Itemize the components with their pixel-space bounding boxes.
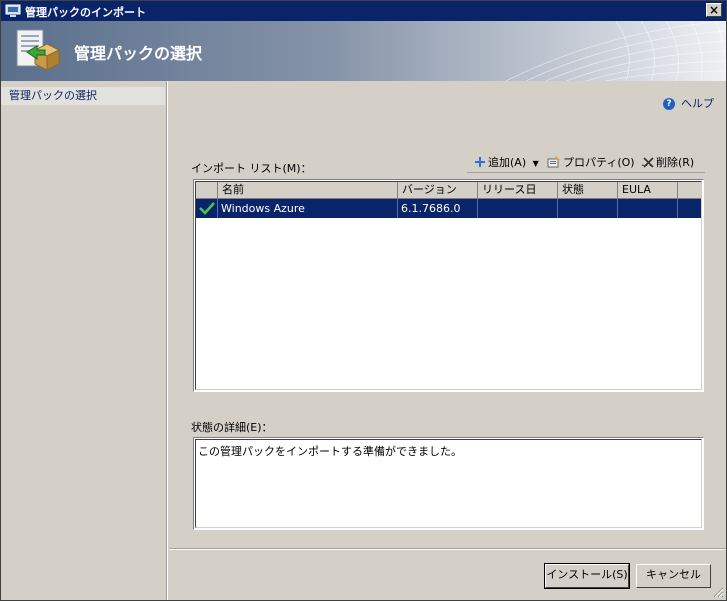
help-link[interactable]: ? ヘルプ [663,95,714,111]
add-label: 追加(A) [488,156,527,169]
footer-separator [169,548,726,550]
close-button[interactable]: × [706,3,722,17]
delete-x-icon [643,157,654,168]
install-button[interactable]: インストール(S) [544,563,630,589]
column-header-name[interactable]: 名前 [218,182,398,198]
pane-divider [166,81,167,600]
import-management-pack-window: 管理パックのインポート × 管理パックの選択 管理パックの選択 ? ヘルプ イン… [0,0,727,601]
properties-label: プロパティ(O) [563,156,635,169]
delete-label: 削除(R) [656,156,695,169]
close-icon: × [708,3,720,17]
page-title: 管理パックの選択 [74,44,203,63]
properties-icon [547,156,560,168]
app-icon [5,4,21,17]
status-details-box[interactable]: この管理パックをインポートする準備ができました。 [193,437,704,530]
column-header-eula[interactable]: EULA [618,182,678,198]
window-title: 管理パックのインポート [25,6,146,19]
help-label: ヘルプ [681,97,714,110]
delete-button[interactable]: 削除(R) [643,154,694,170]
import-list-label: インポート リスト(M)： [191,162,312,175]
list-header: 名前 バージョン リリース日 状態 EULA [196,182,702,199]
row-name: Windows Azure [218,199,398,218]
column-header-version[interactable]: バージョン [398,182,478,198]
column-header-state[interactable]: 状態 [558,182,618,198]
import-list[interactable]: 名前 バージョン リリース日 状態 EULA Windows Azure 6.1… [193,179,704,392]
navigation-pane: 管理パックの選択 [1,81,168,600]
resize-grip-icon[interactable] [712,586,724,598]
add-button[interactable]: 追加(A) ▼ [474,154,539,170]
row-state [558,199,618,218]
row-eula [618,199,678,218]
status-details-label: 状態の詳細(E)： [191,421,273,434]
import-list-toolbar: 追加(A) ▼ プロパティ(O) … 削除(R) [469,152,707,170]
title-bar: 管理パックのインポート × [1,1,726,21]
nav-item-select-management-pack[interactable]: 管理パックの選択 [1,87,165,105]
help-icon: ? [663,98,675,110]
table-row[interactable]: Windows Azure 6.1.7686.0 [196,199,701,218]
header-banner: 管理パックの選択 [1,21,726,81]
plus-icon [475,157,485,167]
management-pack-icon [16,29,61,71]
dropdown-arrow-icon[interactable]: ▼ [533,159,539,168]
properties-button[interactable]: プロパティ(O) … [547,154,652,170]
column-header-release-date[interactable]: リリース日 [478,182,558,198]
banner-decoration [505,21,726,81]
cancel-button[interactable]: キャンセル [636,564,711,588]
column-header-filler [678,182,702,198]
row-release-date [478,199,558,218]
row-status-cell [196,199,218,218]
row-version: 6.1.7686.0 [398,199,478,218]
status-details-text: この管理パックをインポートする準備ができました。 [195,439,702,528]
column-header-status-icon[interactable] [196,182,218,198]
checkmark-icon [199,202,215,215]
toolbar-separator [467,172,705,173]
